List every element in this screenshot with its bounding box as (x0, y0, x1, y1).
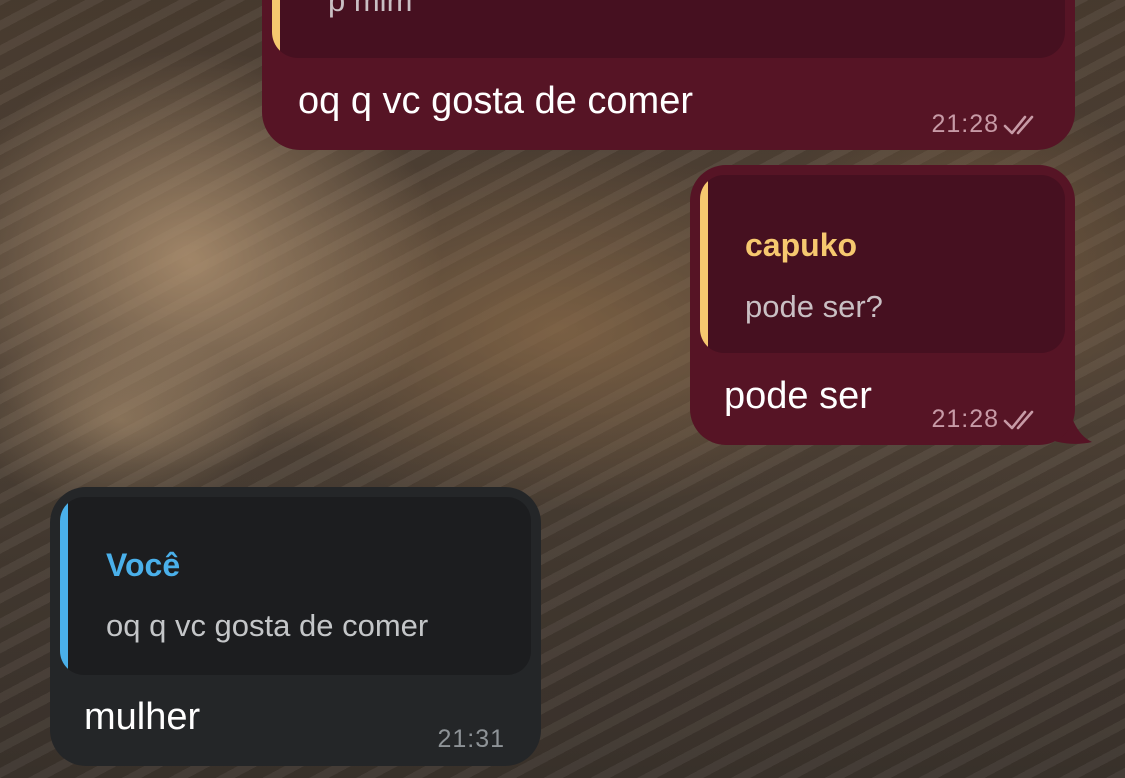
reply-preview-text: p mim (328, 0, 413, 18)
reply-preview-text: oq q vc gosta de comer (106, 608, 429, 643)
message-bubble-outgoing[interactable]: capuko pode ser? pode ser 21:28 (690, 165, 1075, 445)
message-time: 21:28 (931, 110, 999, 138)
reply-accent-bar (700, 175, 708, 353)
reply-preview[interactable]: capuko pode ser? (700, 175, 1065, 353)
message-meta: 21:28 (931, 405, 1041, 434)
reply-preview-text: pode ser? (745, 289, 883, 324)
message-bubble-outgoing[interactable]: p mim oq q vc gosta de comer 21:28 (262, 0, 1075, 150)
double-check-icon (1003, 410, 1034, 429)
reply-preview[interactable]: p mim (272, 0, 1065, 58)
message-text: pode ser (724, 375, 872, 417)
reply-author: Você (106, 547, 181, 583)
reply-accent-bar (272, 0, 280, 58)
reply-accent-bar (60, 497, 68, 675)
message-text: mulher (84, 696, 201, 738)
message-time: 21:28 (931, 405, 999, 433)
message-time: 21:31 (437, 725, 505, 753)
reply-author: capuko (745, 227, 858, 263)
message-bubble-incoming[interactable]: Você oq q vc gosta de comer mulher 21:31 (50, 487, 541, 766)
chat-background: p mim oq q vc gosta de comer 21:28 capuk… (0, 0, 1125, 778)
double-check-icon (1003, 115, 1034, 134)
reply-preview[interactable]: Você oq q vc gosta de comer (60, 497, 531, 675)
message-text: oq q vc gosta de comer (298, 80, 693, 122)
message-meta: 21:31 (437, 725, 505, 754)
message-meta: 21:28 (931, 110, 1041, 139)
